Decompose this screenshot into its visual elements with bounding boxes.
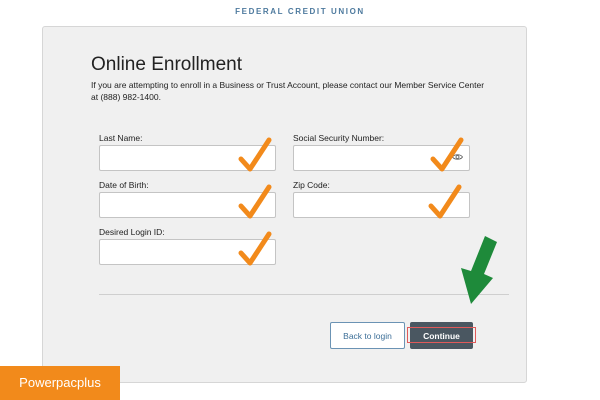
down-arrow-icon xyxy=(461,236,497,304)
checkmark-icon xyxy=(238,137,272,172)
continue-highlight xyxy=(407,327,476,343)
form-divider xyxy=(99,294,509,295)
checkmark-icon xyxy=(238,231,272,266)
last-name-label: Last Name: xyxy=(99,133,143,143)
watermark-badge: Powerpacplus xyxy=(0,366,120,400)
back-to-login-button[interactable]: Back to login xyxy=(330,322,405,349)
checkmark-icon xyxy=(238,184,272,219)
login-id-label: Desired Login ID: xyxy=(99,227,165,237)
zip-label: Zip Code: xyxy=(293,180,330,190)
ssn-label: Social Security Number: xyxy=(293,133,385,143)
brand-header: FEDERAL CREDIT UNION xyxy=(235,7,365,16)
intro-text: If you are attempting to enroll in a Bus… xyxy=(91,80,485,102)
checkmark-icon xyxy=(430,137,464,172)
checkmark-icon xyxy=(428,184,462,219)
dob-label: Date of Birth: xyxy=(99,180,149,190)
page-title: Online Enrollment xyxy=(91,54,243,75)
